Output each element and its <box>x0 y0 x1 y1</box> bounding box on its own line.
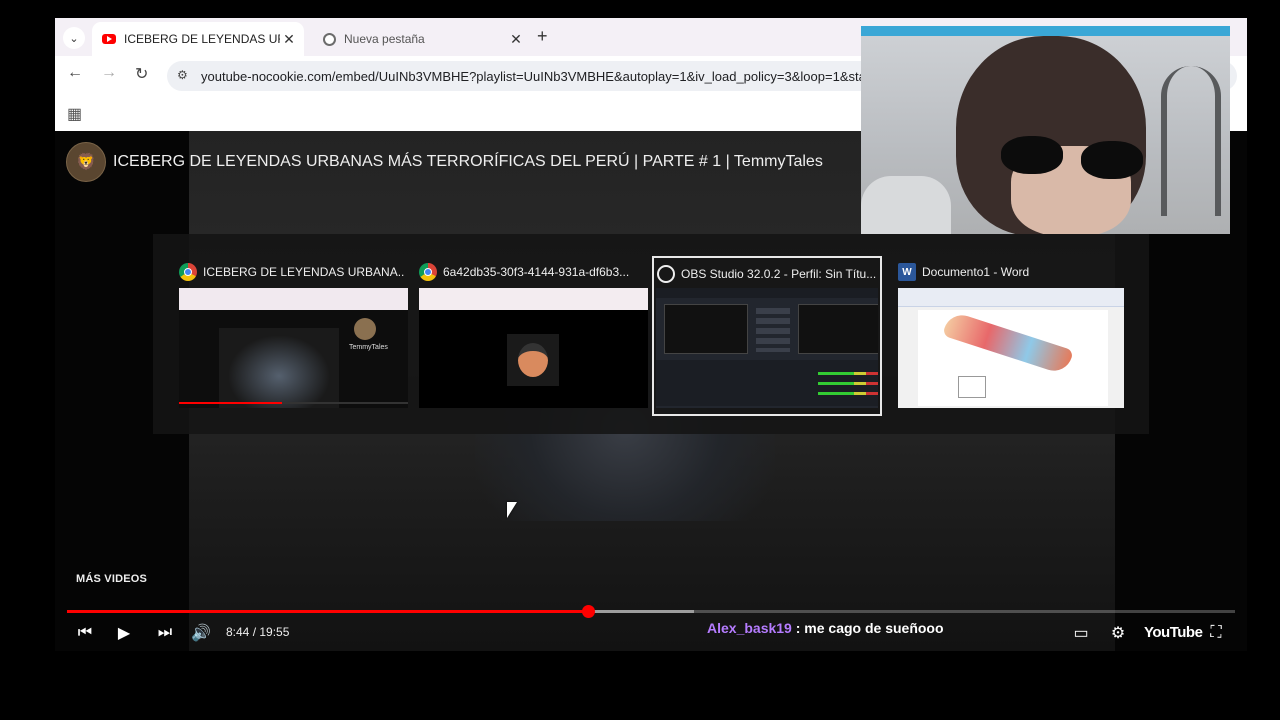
chat-overlay: Alex_bask19 : me cago de sueñooo <box>707 620 944 636</box>
new-tab-button[interactable]: + <box>537 26 548 47</box>
channel-avatar[interactable]: 🦁 <box>66 142 106 182</box>
url-text: youtube-nocookie.com/embed/UuINb3VMBHE?p… <box>201 69 882 84</box>
youtube-icon <box>102 34 116 44</box>
close-icon[interactable]: ✕ <box>507 31 525 48</box>
youtube-logo[interactable]: YouTube <box>1144 624 1203 641</box>
task-switcher: ICEBERG DE LEYENDAS URBANA... TemmyTales… <box>153 234 1149 434</box>
progress-scrubber[interactable] <box>581 605 595 618</box>
switcher-window-chrome-2[interactable]: 6a42db35-30f3-4144-931a-df6b3... <box>416 256 648 416</box>
tab-new-tab[interactable]: Nueva pestaña ✕ <box>313 22 531 56</box>
mouse-cursor-icon <box>507 502 517 518</box>
switcher-window-title: ICEBERG DE LEYENDAS URBANA... <box>203 265 405 279</box>
fullscreen-icon[interactable]: ⛶ <box>1205 621 1227 645</box>
switcher-window-title: 6a42db35-30f3-4144-931a-df6b3... <box>443 265 630 279</box>
settings-gear-icon[interactable]: ⚙ <box>1107 621 1129 645</box>
switcher-window-word[interactable]: W Documento1 - Word <box>895 256 1125 416</box>
window-thumbnail <box>656 288 878 408</box>
tab-title: Nueva pestaña <box>344 32 425 46</box>
thumbnail-channel-name: TemmyTales <box>349 344 388 351</box>
window-thumbnail: TemmyTales <box>179 288 408 408</box>
webcam-overlay <box>861 26 1230 234</box>
switcher-window-title: Documento1 - Word <box>922 265 1030 279</box>
tab-youtube[interactable]: ICEBERG DE LEYENDAS URBANAS MÁS TERRORÍF… <box>92 22 304 56</box>
obs-icon <box>657 265 675 283</box>
window-thumbnail <box>898 288 1124 408</box>
chrome-icon <box>419 263 437 281</box>
chat-username: Alex_bask19 <box>707 620 792 636</box>
volume-icon[interactable]: 🔊 <box>190 621 212 645</box>
close-icon[interactable]: ✕ <box>280 31 298 48</box>
back-icon[interactable]: ← <box>67 64 83 82</box>
switcher-window-header: W Documento1 - Word <box>898 263 1124 281</box>
previous-icon[interactable]: ⏮ <box>75 621 95 645</box>
progress-bar[interactable] <box>67 605 1235 618</box>
site-info-icon[interactable]: ⚙ <box>177 68 188 82</box>
word-icon: W <box>898 263 916 281</box>
play-icon[interactable]: ▶ <box>113 621 135 645</box>
progress-played <box>67 610 588 613</box>
next-icon[interactable]: ⏭ <box>155 621 175 645</box>
apps-grid-icon[interactable]: ▦ <box>67 104 82 124</box>
tab-search-icon[interactable]: ⌄ <box>63 27 85 49</box>
switcher-window-header: 6a42db35-30f3-4144-931a-df6b3... <box>419 263 645 281</box>
more-videos-label[interactable]: MÁS VIDEOS <box>76 573 147 585</box>
tab-title: ICEBERG DE LEYENDAS URBANAS MÁS TERRORÍF… <box>124 32 280 46</box>
forward-icon[interactable]: → <box>101 64 117 82</box>
switcher-window-title: OBS Studio 32.0.2 - Perfil: Sin Títu... <box>681 267 877 281</box>
chrome-icon <box>179 263 197 281</box>
window-thumbnail <box>419 288 648 408</box>
chat-message: : me cago de sueñooo <box>795 620 944 636</box>
switcher-window-header: ICEBERG DE LEYENDAS URBANA... <box>179 263 405 281</box>
switcher-window-obs[interactable]: OBS Studio 32.0.2 - Perfil: Sin Títu... <box>652 256 882 416</box>
chrome-icon <box>323 32 336 46</box>
switcher-window-header: OBS Studio 32.0.2 - Perfil: Sin Títu... <box>657 265 883 283</box>
video-title[interactable]: ICEBERG DE LEYENDAS URBANAS MÁS TERRORÍF… <box>113 153 823 171</box>
reload-icon[interactable]: ↻ <box>135 64 148 84</box>
switcher-window-chrome-1[interactable]: ICEBERG DE LEYENDAS URBANA... TemmyTales <box>176 256 408 416</box>
time-display: 8:44 / 19:55 <box>226 625 290 639</box>
subtitles-icon[interactable]: ▭ <box>1069 621 1093 645</box>
